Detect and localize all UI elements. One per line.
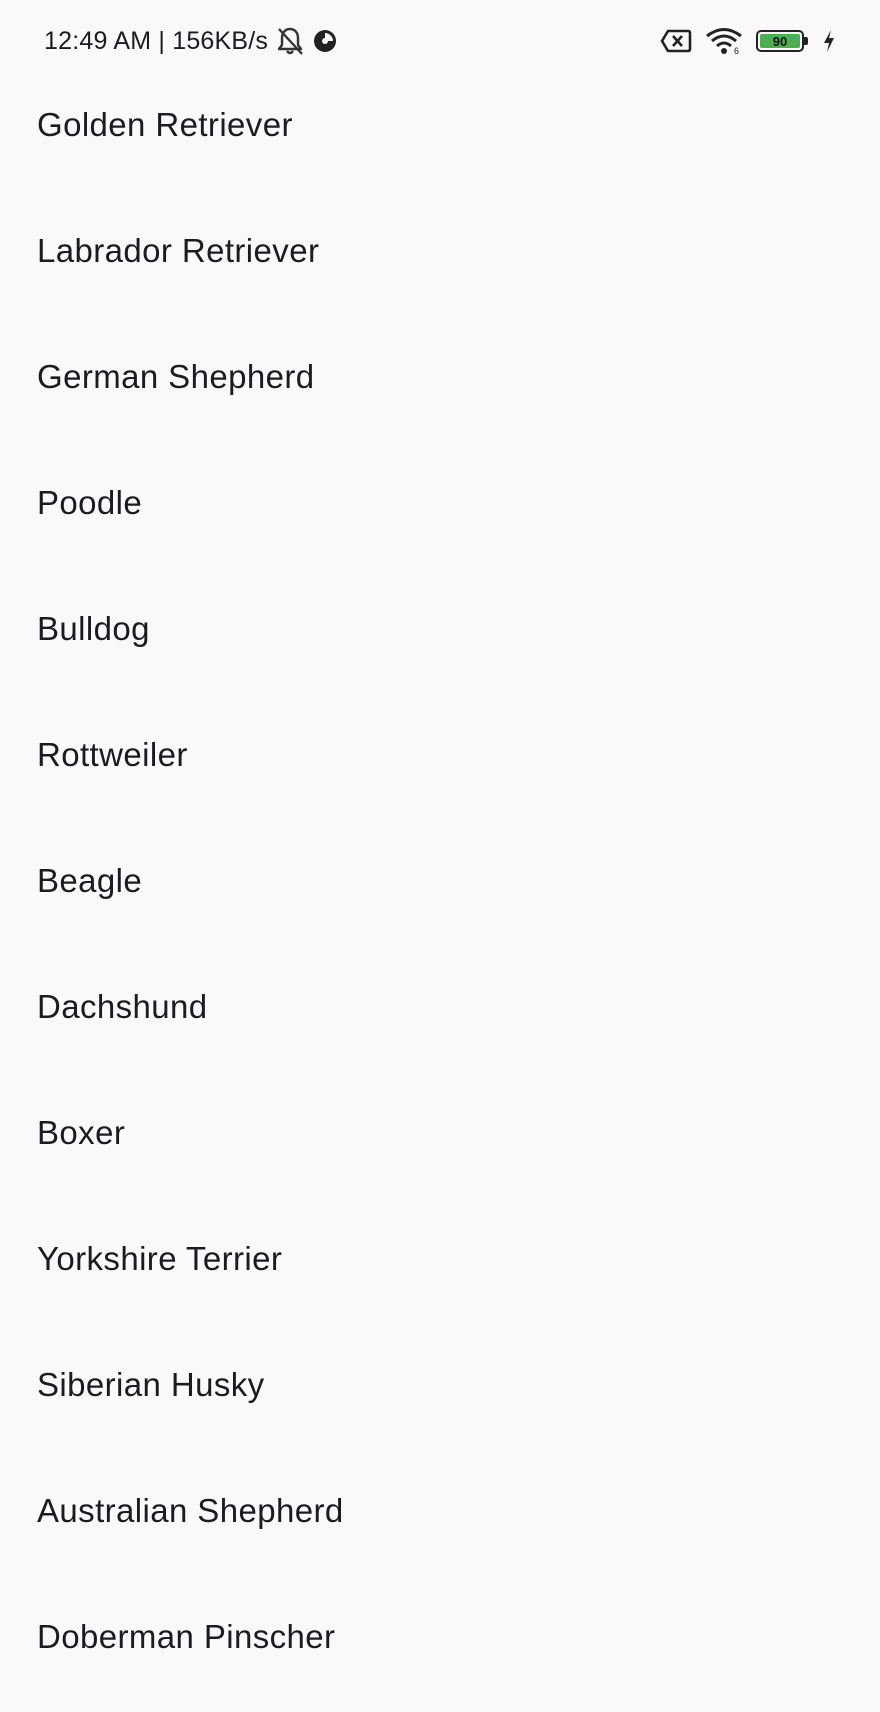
data-saver-icon: [312, 28, 338, 54]
status-left: 12:49 AM | 156KB/s: [44, 24, 338, 58]
breed-label: Australian Shepherd: [37, 1492, 344, 1529]
list-item[interactable]: Boxer: [0, 1070, 880, 1196]
status-time: 12:49 AM | 156KB/s: [44, 26, 269, 55]
status-right: 6 90: [660, 24, 836, 58]
breed-label: Golden Retriever: [37, 106, 293, 143]
breed-label: Dachshund: [37, 988, 208, 1025]
breed-label: Siberian Husky: [37, 1366, 265, 1403]
breed-label: Doberman Pinscher: [37, 1618, 336, 1655]
list-item[interactable]: Dachshund: [0, 944, 880, 1070]
battery-level: 90: [772, 33, 788, 49]
list-item[interactable]: Bulldog: [0, 566, 880, 692]
list-item[interactable]: Yorkshire Terrier: [0, 1196, 880, 1322]
bell-off-icon: [276, 26, 304, 56]
wifi-icon: 6: [704, 27, 744, 55]
sim-x-icon: [660, 28, 692, 54]
list-item[interactable]: Golden Retriever: [0, 62, 880, 188]
breed-label: Rottweiler: [37, 736, 188, 773]
list-item[interactable]: Australian Shepherd: [0, 1448, 880, 1574]
breed-label: Yorkshire Terrier: [37, 1240, 283, 1277]
breed-label: Boxer: [37, 1114, 126, 1151]
breed-list: Golden Retriever Labrador Retriever German…: [0, 62, 880, 1700]
svg-text:6: 6: [734, 46, 739, 55]
list-item[interactable]: Labrador Retriever: [0, 188, 880, 314]
breed-label: German Shepherd: [37, 358, 315, 395]
breed-label: Poodle: [37, 484, 143, 521]
breed-label: Beagle: [37, 862, 143, 899]
battery-icon: 90: [756, 29, 810, 53]
breed-label: Bulldog: [37, 610, 150, 647]
list-item[interactable]: Siberian Husky: [0, 1322, 880, 1448]
list-item[interactable]: German Shepherd: [0, 314, 880, 440]
list-item[interactable]: Poodle: [0, 440, 880, 566]
breed-label: Labrador Retriever: [37, 232, 320, 269]
charging-bolt-icon: [822, 29, 836, 53]
list-item[interactable]: Doberman Pinscher: [0, 1574, 880, 1700]
battery-fill: 90: [760, 34, 800, 48]
list-item[interactable]: Beagle: [0, 818, 880, 944]
list-item[interactable]: Rottweiler: [0, 692, 880, 818]
